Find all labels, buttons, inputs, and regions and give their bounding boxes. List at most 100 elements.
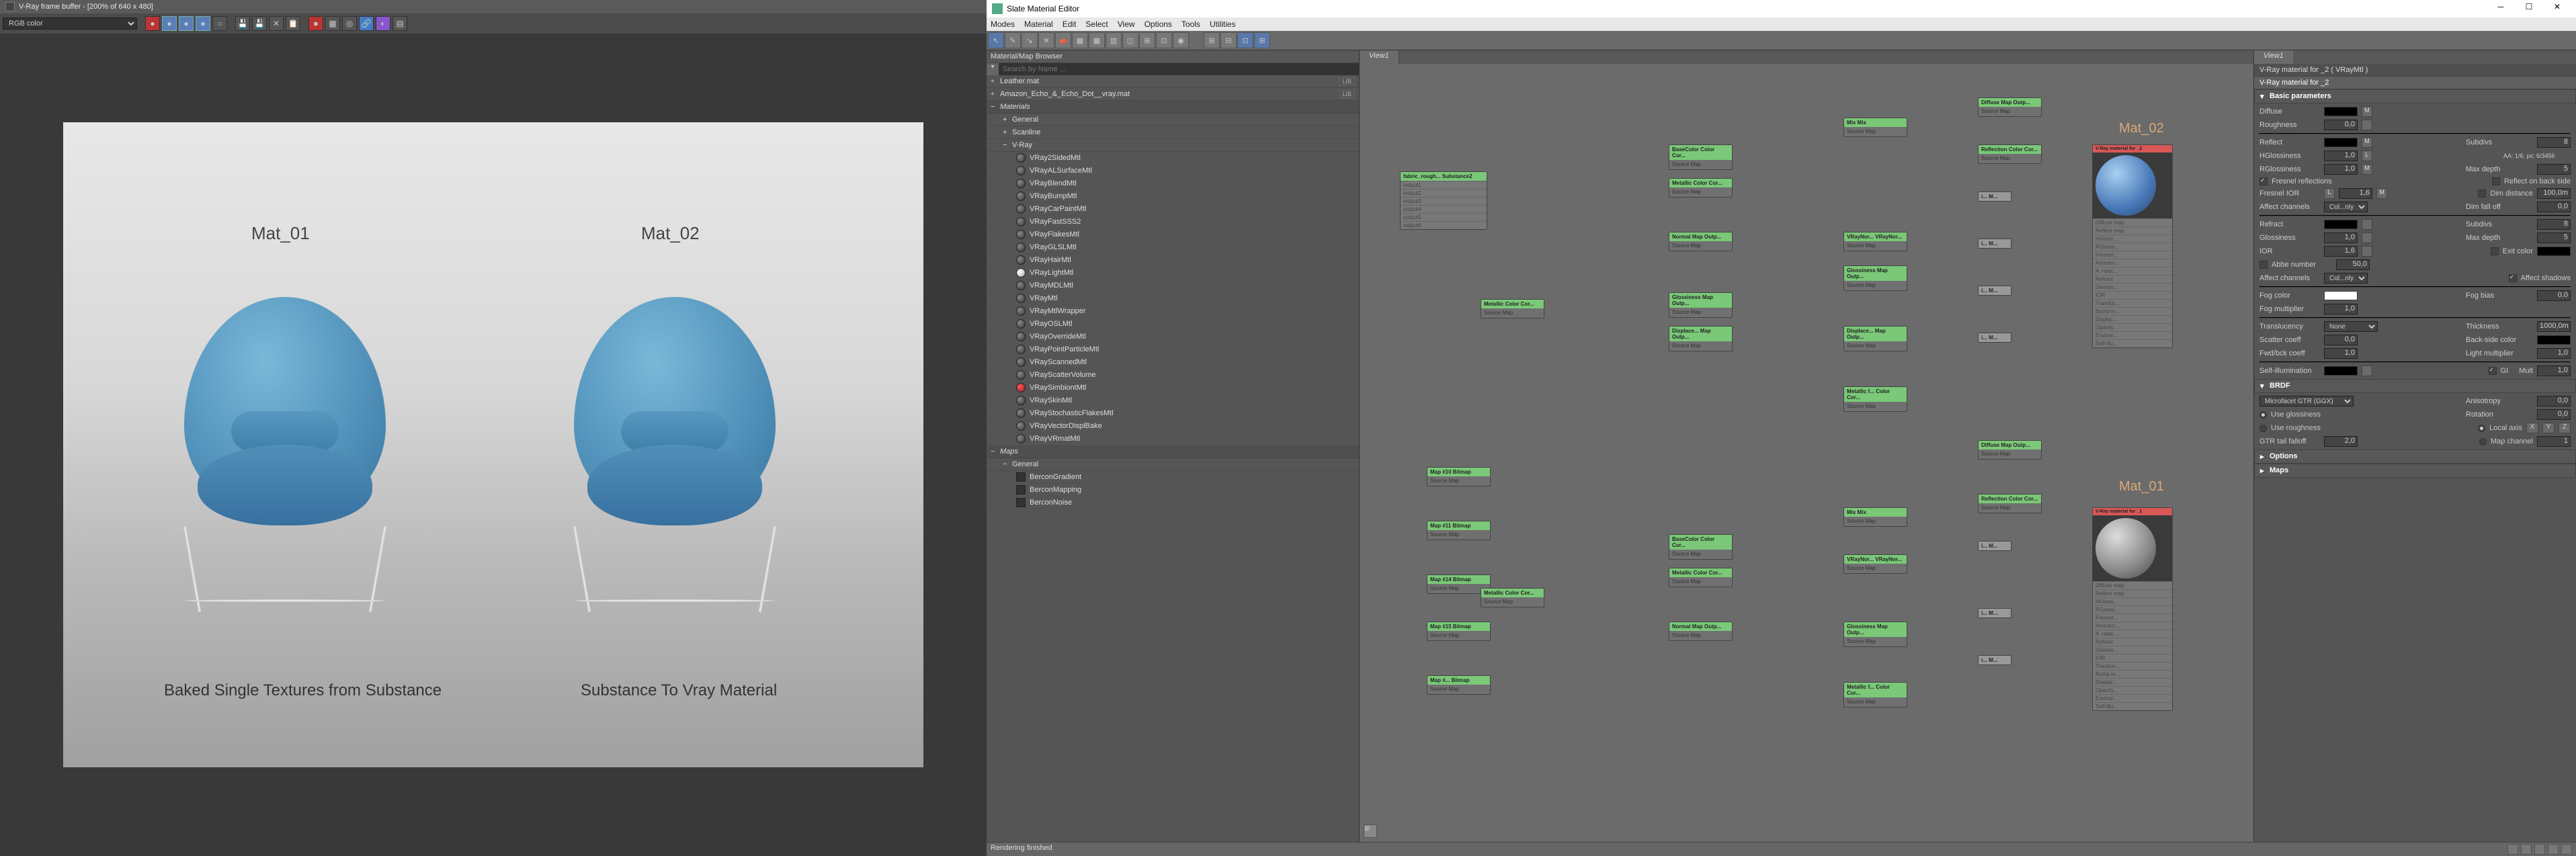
reflect-swatch[interactable] [2324, 138, 2358, 147]
material-input-slot[interactable]: Environ... [2093, 694, 2172, 702]
material-item[interactable]: VRayFastSSS2 [987, 216, 1359, 228]
diffuse-map-btn[interactable]: M [2362, 106, 2372, 117]
material-input-slot[interactable]: Transluc... [2093, 299, 2172, 307]
node-il1[interactable]: i... M... [1978, 541, 2011, 551]
general-subcat[interactable]: +General [987, 114, 1359, 126]
close-button[interactable]: ✕ [2544, 2, 2571, 15]
node-metallic2[interactable]: Metallic Color Cor...Source Map [1669, 178, 1733, 198]
node-vraynor[interactable]: VRayNor... VRayNor...Source Map [1843, 232, 1907, 251]
node-il2[interactable]: i... M... [1978, 608, 2011, 618]
material-input-slot[interactable]: RGlossi... [2093, 243, 2172, 251]
axis-y-button[interactable]: Y [2542, 423, 2554, 433]
menu-edit[interactable]: Edit [1063, 19, 1077, 29]
material-input-slot[interactable]: Anisotro... [2093, 259, 2172, 267]
sb-icon-1[interactable] [2507, 844, 2518, 855]
node-i4[interactable]: i... M... [1978, 333, 2011, 343]
fog-swatch[interactable] [2324, 291, 2358, 300]
node-metallic-l2[interactable]: Metallic Color Cor...Source Map [1669, 568, 1733, 587]
backside-check[interactable] [2492, 177, 2500, 185]
fresnel-check[interactable] [2259, 177, 2268, 185]
roughness-spinner[interactable]: 0,0 [2324, 120, 2358, 130]
map-item[interactable]: BerconMapping [987, 484, 1359, 497]
tb12[interactable]: ◉ [1173, 32, 1189, 48]
cc-button[interactable]: ▤ [392, 16, 407, 31]
material-input-slot[interactable]: Self-illu... [2093, 339, 2172, 347]
options-header[interactable]: ▸Options [2254, 450, 2576, 464]
teapot-tool[interactable]: 🫖 [1055, 32, 1071, 48]
node-i2[interactable]: i... M... [1978, 239, 2011, 249]
rgb-g-button[interactable]: ● [162, 16, 177, 31]
material-input-slot[interactable]: HGloss... [2093, 234, 2172, 243]
node-displace[interactable]: Displace... Map Outp...Source Map [1669, 326, 1733, 351]
lib-amazon-echo[interactable]: +Amazon_Echo_&_Echo_Dot__vray.matLIB [987, 88, 1359, 101]
sb-icon-2[interactable] [2521, 844, 2532, 855]
material-input-slot[interactable]: IOR [2093, 654, 2172, 662]
material-input-slot[interactable]: Refract [2093, 638, 2172, 646]
material-input-slot[interactable]: Bump m... [2093, 670, 2172, 678]
nav-cube-icon[interactable]: ⊞ [1364, 824, 1377, 838]
node-mix[interactable]: Mix MixSource Map [1843, 118, 1907, 137]
material-item[interactable]: VRayVectorDisplBake [987, 420, 1359, 433]
sb-icon-4[interactable] [2548, 844, 2559, 855]
refract-swatch[interactable] [2324, 220, 2358, 229]
map-item[interactable]: BerconGradient [987, 471, 1359, 484]
menu-view[interactable]: View [1118, 19, 1135, 29]
maps-category[interactable]: −Maps [987, 445, 1359, 458]
lens-button[interactable]: ◐ [376, 16, 390, 31]
material-input-slot[interactable]: Opacity... [2093, 686, 2172, 694]
pick-tool[interactable]: ✎ [1005, 32, 1021, 48]
material-item[interactable]: VRayALSurfaceMtl [987, 165, 1359, 177]
node-diffuse-out-l[interactable]: Diffuse Map Outp...Source Map [1978, 440, 2042, 460]
material-input-slot[interactable]: Displac... [2093, 315, 2172, 323]
material-input-slot[interactable]: A. rotat... [2093, 630, 2172, 638]
node-diffuse-out[interactable]: Diffuse Map Outp...Source Map [1978, 97, 2042, 117]
material-input-slot[interactable]: Reflect map [2093, 226, 2172, 234]
material-item[interactable]: VRay2SidedMtl [987, 152, 1359, 165]
menu-tools[interactable]: Tools [1181, 19, 1200, 29]
maximize-button[interactable]: ☐ [2516, 2, 2542, 15]
material-input-slot[interactable]: Bump m... [2093, 307, 2172, 315]
menu-utilities[interactable]: Utilities [1210, 19, 1236, 29]
vray-subcat[interactable]: −V-Ray [987, 139, 1359, 152]
material-input-slot[interactable]: Transluc... [2093, 662, 2172, 670]
brdf-type-dd[interactable]: Microfacet GTR (GGX) [2259, 396, 2354, 406]
node-bitmap11[interactable]: Map #11 BitmapSource Map [1427, 521, 1491, 540]
material-item[interactable]: VRaySimbiontMtl [987, 382, 1359, 394]
region-button[interactable]: ▦ [325, 16, 340, 31]
params-tab-view1[interactable]: View1 [2254, 50, 2293, 64]
track-button[interactable]: ◎ [342, 16, 357, 31]
node-metallic3[interactable]: Metallic f... Color Cor...Source Map [1843, 386, 1907, 412]
node-il3[interactable]: i... M... [1978, 655, 2011, 665]
material-input-slot[interactable]: A. rotat... [2093, 267, 2172, 275]
tb7[interactable]: ▦ [1089, 32, 1105, 48]
material-item[interactable]: VRayOverrideMtl [987, 331, 1359, 343]
material-item[interactable]: VRayOSLMtl [987, 318, 1359, 331]
select-tool[interactable]: ↖ [988, 32, 1004, 48]
node-vraynor-l[interactable]: VRayNor... VRayNor...Source Map [1843, 554, 1907, 574]
node-normal-l[interactable]: Normal Map Outp...Source Map [1669, 622, 1733, 641]
save-button[interactable]: 💾 [235, 16, 250, 31]
tb9[interactable]: ◫ [1122, 32, 1138, 48]
maps-general-subcat[interactable]: −General [987, 458, 1359, 471]
stop-button[interactable]: ⏹ [308, 16, 323, 31]
material-input-slot[interactable]: Diffuse map [2093, 581, 2172, 589]
material-item[interactable]: VRayBlendMtl [987, 177, 1359, 190]
map-item[interactable]: BerconNoise [987, 497, 1359, 509]
node-bitmap15[interactable]: Map #15 BitmapSource Map [1427, 622, 1491, 641]
material-input-slot[interactable]: Opacity... [2093, 323, 2172, 331]
material-item[interactable]: VRayPointParticleMtl [987, 343, 1359, 356]
clear-button[interactable]: ✕ [269, 16, 284, 31]
material-item[interactable]: VRayBumpMtl [987, 190, 1359, 203]
use-gloss-radio[interactable] [2259, 411, 2267, 419]
material-item[interactable]: VRayMtlWrapper [987, 305, 1359, 318]
node-gloss[interactable]: Glossiness Map Outp...Source Map [1669, 292, 1733, 318]
alpha-button[interactable]: ● [196, 16, 210, 31]
material-input-slot[interactable]: Environ... [2093, 331, 2172, 339]
node-reflection-out-l[interactable]: Reflection Color Cor...Source Map [1978, 494, 2042, 513]
affect-channels-dd[interactable]: Col...nly [2324, 202, 2368, 212]
material-item[interactable]: VRayMtl [987, 292, 1359, 305]
node-metallic-lower[interactable]: Metallic Color Cor...Source Map [1481, 588, 1544, 607]
material-item[interactable]: VRayVRmatMtl [987, 433, 1359, 445]
material-item[interactable]: VRayScatterVolume [987, 369, 1359, 382]
material-item[interactable]: VRayGLSLMtl [987, 241, 1359, 254]
